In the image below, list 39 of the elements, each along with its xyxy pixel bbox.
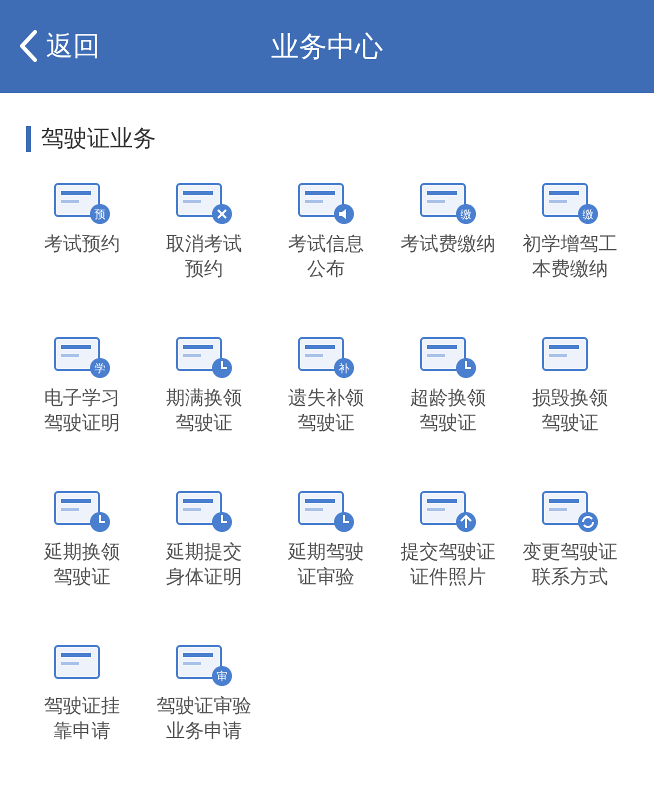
service-item[interactable]: 缴 初学增驾工本费缴纳 (509, 178, 631, 308)
service-item[interactable]: 延期换领驾驶证 (21, 486, 143, 616)
service-label: 延期驾驶证审验 (287, 540, 365, 590)
service-item[interactable]: 延期提交身体证明 (143, 486, 265, 616)
section-marker (26, 126, 31, 152)
service-item[interactable]: 取消考试预约 (143, 178, 265, 308)
service-item[interactable]: 变更驾驶证联系方式 (509, 486, 631, 616)
service-item[interactable]: 提交驾驶证证件照片 (387, 486, 509, 616)
service-item[interactable]: 缴 考试费缴纳 (387, 178, 509, 308)
service-label: 电子学习驾驶证明 (43, 386, 121, 436)
service-label: 考试信息公布 (287, 232, 365, 282)
chevron-left-icon (18, 29, 38, 63)
service-label: 变更驾驶证联系方式 (522, 540, 618, 590)
service-label: 考试预约 (43, 232, 121, 257)
service-label: 延期换领驾驶证 (43, 540, 121, 590)
service-item[interactable]: 考试信息公布 (265, 178, 387, 308)
service-item[interactable]: 延期驾驶证审验 (265, 486, 387, 616)
page-title: 业务中心 (271, 28, 383, 64)
service-label: 取消考试预约 (165, 232, 243, 282)
service-item[interactable]: 补 遗失补领驾驶证 (265, 332, 387, 462)
service-label: 延期提交身体证明 (165, 540, 243, 590)
service-label: 期满换领驾驶证 (165, 386, 243, 436)
service-label: 损毁换领驾驶证 (531, 386, 609, 436)
service-label: 遗失补领驾驶证 (287, 386, 365, 436)
service-label: 初学增驾工本费缴纳 (522, 232, 618, 282)
service-label: 提交驾驶证证件照片 (400, 540, 496, 590)
back-button[interactable]: 返回 (14, 24, 104, 68)
service-item[interactable]: 超龄换领驾驶证 (387, 332, 509, 462)
service-item[interactable]: 期满换领驾驶证 (143, 332, 265, 462)
service-item[interactable]: 预 考试预约 (21, 178, 143, 308)
service-item[interactable]: 审 驾驶证审验业务申请 (143, 640, 265, 770)
section-title: 驾驶证业务 (41, 125, 156, 154)
service-label: 考试费缴纳 (400, 232, 496, 257)
service-item[interactable]: 驾驶证挂靠申请 (21, 640, 143, 770)
service-label: 驾驶证审验业务申请 (156, 694, 252, 744)
service-label: 超龄换领驾驶证 (409, 386, 487, 436)
service-item[interactable]: 损毁换领驾驶证 (509, 332, 631, 462)
service-label: 驾驶证挂靠申请 (43, 694, 121, 744)
service-item[interactable]: 学 电子学习驾驶证明 (21, 332, 143, 462)
